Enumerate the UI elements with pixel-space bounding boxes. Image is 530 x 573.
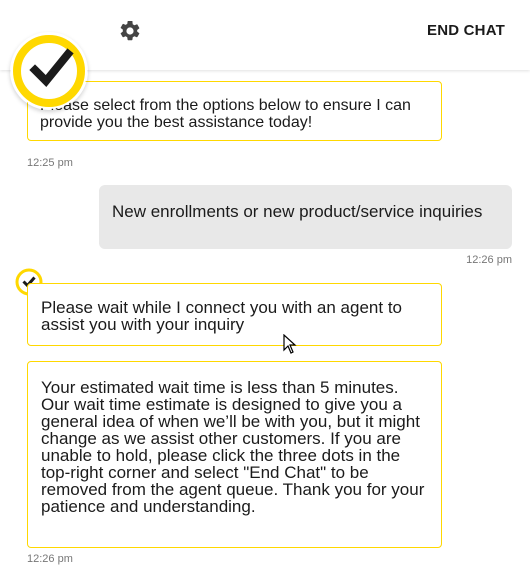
message-timestamp: 12:26 pm bbox=[27, 553, 73, 565]
message-text: Your estimated wait time is less than 5 … bbox=[41, 378, 425, 516]
bot-message: Your estimated wait time is less than 5 … bbox=[27, 361, 442, 548]
gear-icon[interactable] bbox=[118, 19, 142, 43]
message-text: Please wait while I connect you with an … bbox=[41, 298, 402, 334]
message-timestamp: 12:26 pm bbox=[466, 254, 512, 266]
message-text: Please select from the options below to … bbox=[40, 97, 411, 131]
message-text: New enrollments or new product/service i… bbox=[112, 202, 483, 221]
user-message: New enrollments or new product/service i… bbox=[99, 185, 512, 249]
bot-message: Please select from the options below to … bbox=[27, 81, 442, 141]
message-timestamp: 12:25 pm bbox=[27, 157, 73, 169]
bot-message: Please wait while I connect you with an … bbox=[27, 283, 442, 346]
end-chat-button[interactable]: END CHAT bbox=[427, 22, 505, 39]
mouse-cursor-icon bbox=[283, 334, 297, 354]
checkmark-logo-icon bbox=[11, 33, 87, 109]
